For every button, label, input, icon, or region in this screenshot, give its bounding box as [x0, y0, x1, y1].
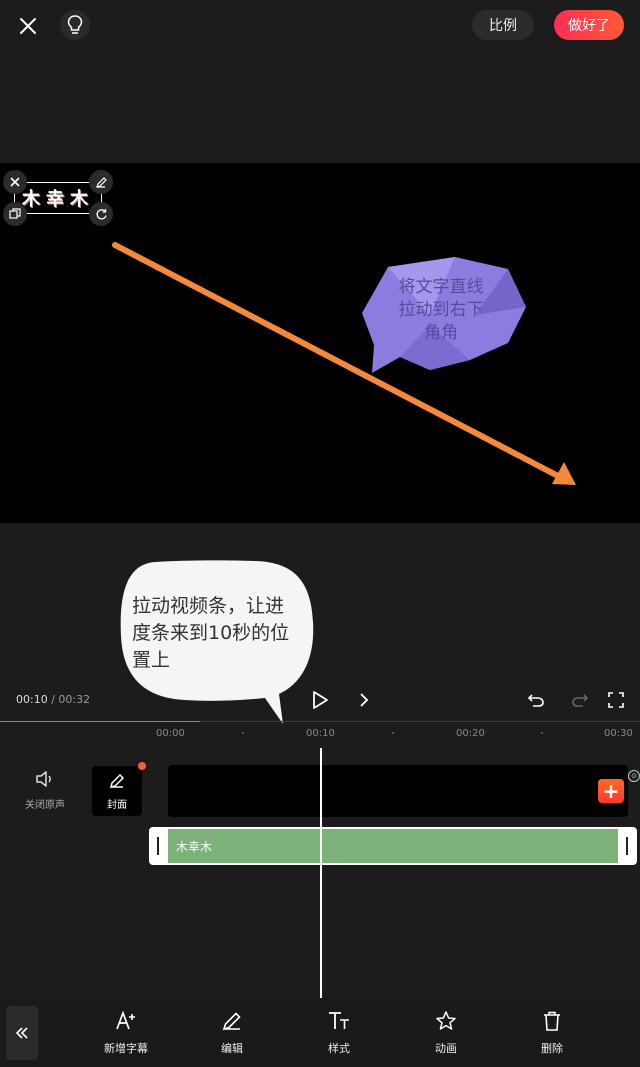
add-clip-button[interactable]: + [598, 779, 624, 803]
ruler-label: 00:30 [604, 728, 633, 739]
tool-style[interactable]: 样式 [309, 1010, 369, 1056]
star-icon [436, 1011, 456, 1030]
play-icon[interactable] [308, 688, 332, 712]
ruler-tick [541, 732, 543, 734]
tool-add-subtitle[interactable]: 新增字幕 [96, 1010, 156, 1056]
tool-label: 样式 [328, 1042, 350, 1055]
pencil-icon [222, 1012, 241, 1031]
time-separator: / [51, 693, 55, 706]
tool-animation[interactable]: 动画 [416, 1010, 476, 1056]
trash-icon [544, 1011, 560, 1031]
mute-original-label: 关闭原声 [25, 800, 65, 811]
tool-label: 编辑 [221, 1042, 243, 1055]
purple-annotation-text: 将文字直线拉动到右下角角 [398, 277, 484, 343]
total-time: 00:32 [58, 693, 91, 706]
text-clip-right-handle[interactable] [626, 837, 628, 855]
add-text-icon [116, 1010, 135, 1030]
pencil-icon [109, 773, 125, 789]
speaker-icon [36, 771, 51, 787]
tool-label: 新增字幕 [104, 1042, 148, 1055]
next-frame-icon[interactable] [352, 688, 376, 712]
current-time: 00:10 [16, 693, 48, 706]
tool-edit[interactable]: 编辑 [202, 1010, 262, 1056]
progress-fill [0, 721, 200, 722]
redo-icon[interactable] [568, 688, 592, 712]
white-annotation-text: 拉动视频条，让进度条来到10秒的位置上 [132, 595, 290, 671]
cover-button[interactable]: 封面 [92, 766, 142, 816]
playhead[interactable] [320, 748, 322, 998]
ruler-label: 00:10 [306, 728, 335, 739]
mute-original-button[interactable]: 关闭原声 [20, 770, 70, 811]
ruler-label: 00:00 [156, 728, 185, 739]
ruler-label: 00:20 [456, 728, 485, 739]
video-track[interactable] [168, 765, 628, 817]
collapse-toolbar-icon[interactable] [6, 1006, 38, 1060]
ruler-tick [242, 732, 244, 734]
text-clip[interactable] [168, 829, 618, 863]
track-badge-icon: ⊙ [628, 770, 640, 782]
fullscreen-icon[interactable] [604, 688, 628, 712]
cover-label: 封面 [107, 800, 127, 811]
ruler-tick [392, 732, 394, 734]
tool-label: 动画 [435, 1042, 457, 1055]
cover-notification-dot [138, 762, 146, 770]
tool-label: 删除 [541, 1042, 563, 1055]
text-clip-left-handle[interactable] [157, 837, 159, 855]
text-clip-label: 木幸木 [176, 840, 213, 854]
undo-icon[interactable] [524, 688, 548, 712]
tool-delete[interactable]: 删除 [522, 1010, 582, 1056]
text-style-icon [329, 1012, 349, 1029]
time-readout: 00:10 / 00:32 [16, 693, 90, 706]
